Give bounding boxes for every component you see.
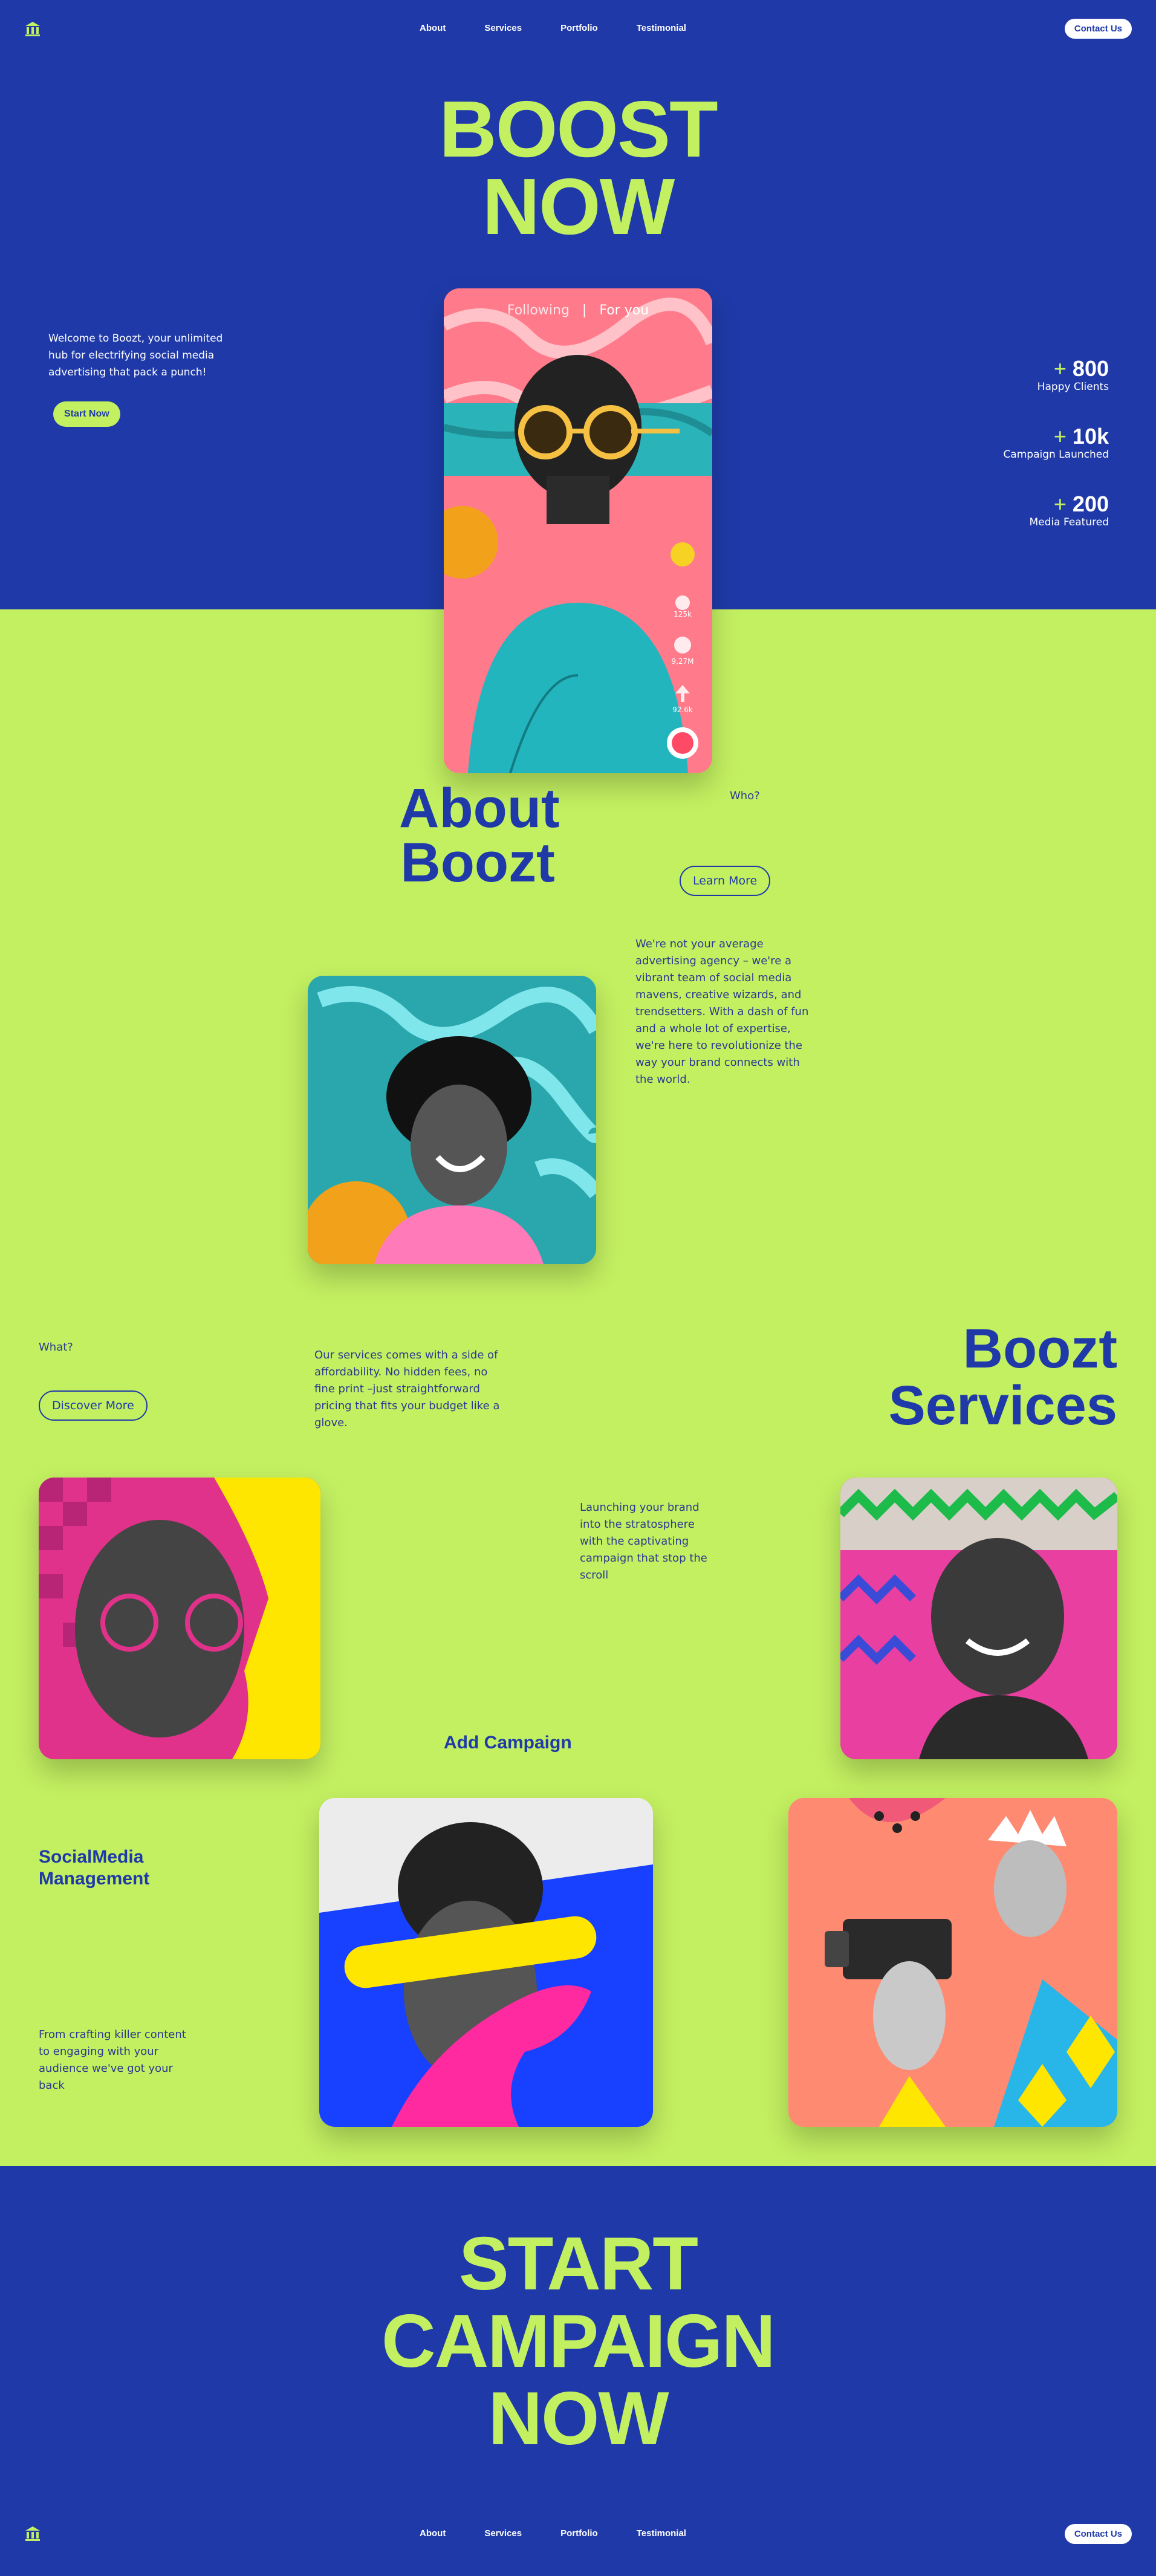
- cta-section: START CAMPAIGN NOW About Services Portfo…: [0, 2166, 1156, 2576]
- footer-link-portfolio[interactable]: Portfolio: [560, 2528, 598, 2539]
- footer-nav-links: About Services Portfolio Testimonial: [420, 2528, 686, 2539]
- who-label: Who?: [730, 790, 760, 802]
- social-media-title: SocialMedia Management: [39, 1846, 149, 1890]
- learn-more-button[interactable]: Learn More: [680, 866, 771, 896]
- start-now-button[interactable]: Start Now: [53, 401, 120, 427]
- what-label: What?: [39, 1341, 73, 1354]
- services-title-line2: Services: [888, 1375, 1117, 1436]
- nav-link-testimonial[interactable]: Testimonial: [637, 23, 686, 33]
- stat-plus: +: [1053, 356, 1067, 381]
- nav-links: About Services Portfolio Testimonial: [420, 23, 686, 33]
- campaign-description: Launching your brand into the stratosphe…: [580, 1501, 707, 1582]
- footer-link-testimonial[interactable]: Testimonial: [637, 2528, 686, 2539]
- about-title-line2: Boozt: [400, 832, 555, 894]
- services-description: Our services comes with a side of afford…: [314, 1349, 500, 1429]
- social-media-description: From crafting killer content to engaging…: [39, 2028, 186, 2092]
- stat-value: 10k: [1072, 424, 1109, 449]
- phone-illustration: [444, 288, 712, 773]
- services-title: Boozt Services: [888, 1320, 1117, 1434]
- service-image-smile: [840, 1478, 1117, 1759]
- cta-line1: START: [458, 2222, 698, 2306]
- phone-tabs: Following | For you: [444, 303, 712, 318]
- add-campaign-link[interactable]: Add Campaign: [444, 1733, 572, 1753]
- phone-tab-divider: |: [582, 303, 587, 318]
- social-title-line1: SocialMedia: [39, 1847, 144, 1867]
- footer-contact-us-button[interactable]: Contact Us: [1064, 2524, 1132, 2544]
- phone-tab-following[interactable]: Following: [507, 303, 570, 318]
- stat-item: + 200 Media Featured: [952, 492, 1109, 529]
- footer-link-about[interactable]: About: [420, 2528, 446, 2539]
- stat-item: + 800 Happy Clients: [952, 356, 1109, 394]
- stat-item: + 10k Campaign Launched: [952, 424, 1109, 461]
- hero-title-line1: BOOST: [439, 85, 718, 174]
- logo-icon[interactable]: [24, 21, 41, 37]
- camera-illustration: [788, 1798, 1117, 2127]
- smile-illustration: [840, 1478, 1117, 1759]
- phone-tab-for-you[interactable]: For you: [599, 303, 649, 318]
- footer-nav: About Services Portfolio Testimonial Con…: [0, 2518, 1156, 2554]
- service-image-camera: [788, 1798, 1117, 2127]
- about-title-line1: About: [399, 777, 560, 839]
- service-image-glasses: [39, 1478, 320, 1759]
- about-image-card: [308, 976, 596, 1264]
- discover-more-button[interactable]: Discover More: [39, 1390, 148, 1421]
- service-image-paint: [319, 1798, 653, 2127]
- nav-link-portfolio[interactable]: Portfolio: [560, 23, 598, 33]
- nav-link-about[interactable]: About: [420, 23, 446, 33]
- hero-title: BOOST NOW: [0, 85, 1156, 251]
- stat-plus: +: [1053, 492, 1067, 516]
- contact-us-button[interactable]: Contact Us: [1064, 19, 1132, 39]
- stat-label: Happy Clients: [1037, 381, 1109, 393]
- top-nav: About Services Portfolio Testimonial Con…: [0, 0, 1156, 58]
- nav-link-services[interactable]: Services: [484, 23, 522, 33]
- cta-title: START CAMPAIGN NOW: [0, 2225, 1156, 2458]
- footer-link-services[interactable]: Services: [484, 2528, 522, 2539]
- phone-comment-count: 9,27M: [671, 657, 694, 666]
- footer-logo-icon[interactable]: [24, 2525, 41, 2542]
- hero-title-line2: NOW: [482, 162, 675, 251]
- stat-value: 200: [1072, 492, 1109, 516]
- about-title: About Boozt: [399, 777, 560, 894]
- social-title-line2: Management: [39, 1869, 150, 1889]
- phone-like-count: 125k: [674, 610, 692, 618]
- cta-line3: NOW: [488, 2377, 669, 2461]
- about-description: We're not your average advertising agenc…: [635, 938, 809, 1086]
- stat-value: 800: [1072, 356, 1109, 381]
- hero-intro-text: Welcome to Boozt, your unlimited hub for…: [48, 333, 223, 378]
- paint-illustration: [319, 1798, 653, 2127]
- stat-label: Campaign Launched: [1003, 449, 1109, 461]
- phone-mockup: Following | For you 125k 9,27M 92.6k: [444, 288, 712, 773]
- phone-share-count: 92.6k: [672, 706, 693, 714]
- glasses-illustration: [39, 1478, 320, 1759]
- services-title-line1: Boozt: [963, 1318, 1117, 1380]
- stat-plus: +: [1053, 424, 1067, 449]
- stats-list: + 800 Happy Clients + 10k Campaign Launc…: [952, 356, 1109, 529]
- about-illustration: [308, 976, 596, 1264]
- cta-line2: CAMPAIGN: [382, 2300, 776, 2383]
- stat-label: Media Featured: [1029, 516, 1109, 528]
